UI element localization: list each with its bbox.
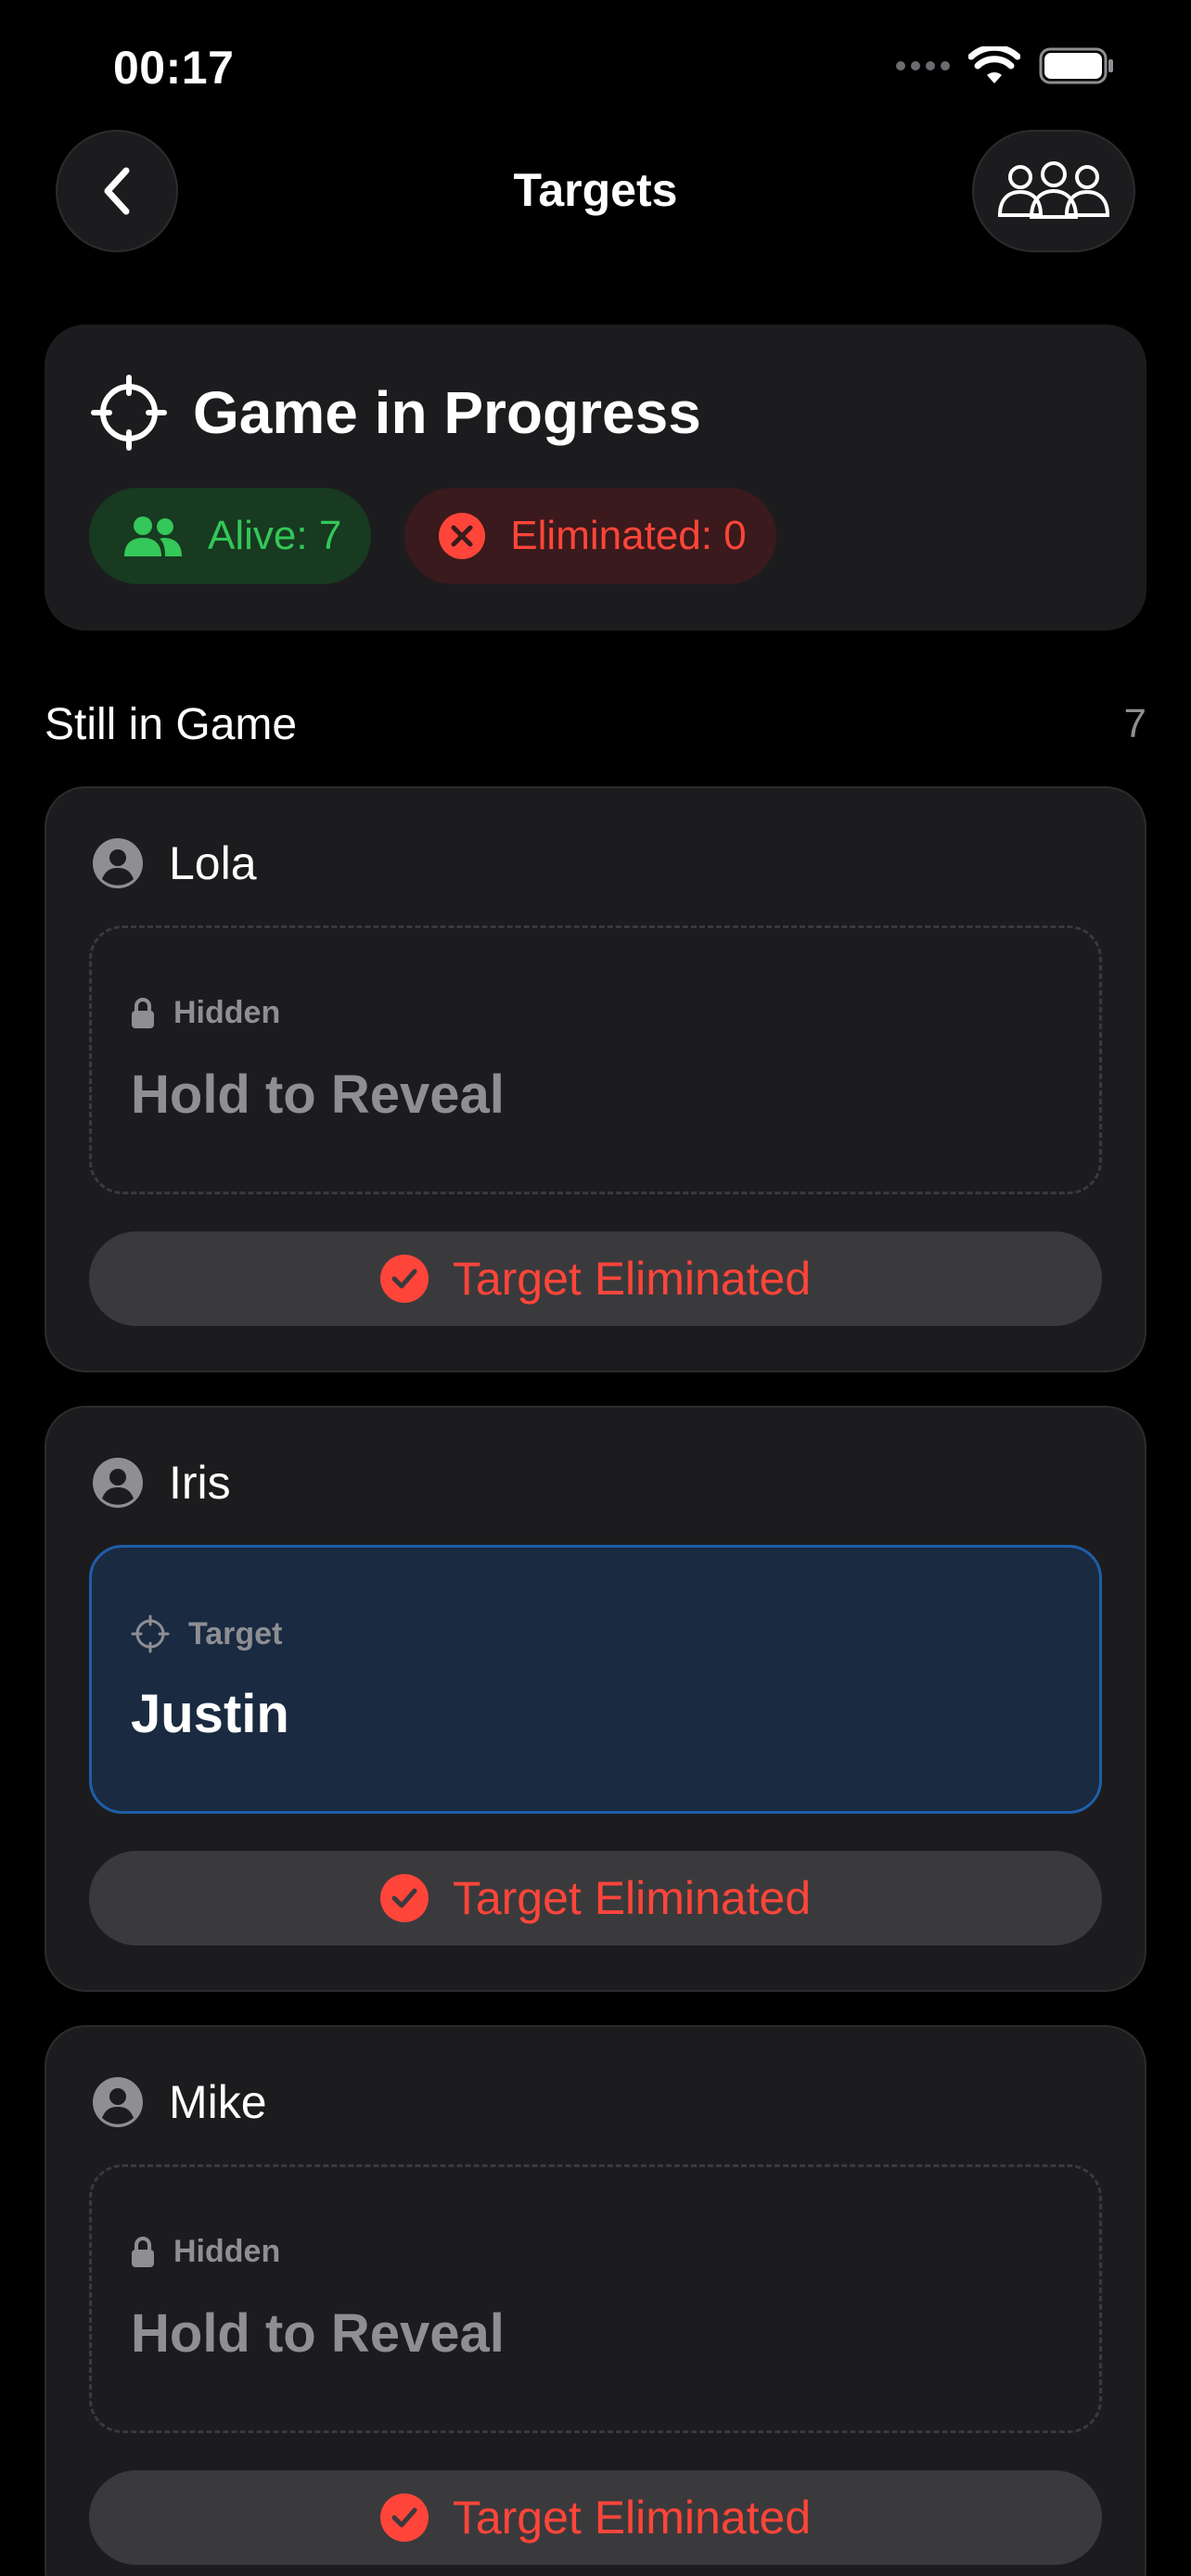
player-card: Iris Target Justin Target Eliminated [45,1406,1146,1992]
alive-count-badge: Alive: 7 [89,488,372,584]
player-header: Lola [93,836,257,890]
target-name: Justin [131,1684,289,1744]
player-name: Lola [169,837,257,889]
button-label: Target Eliminated [452,1872,812,1924]
group-icon [997,161,1110,219]
section-title: Still in Game [45,700,298,749]
box-value: Hold to Reveal [131,1065,505,1125]
box-label: Target [188,1615,283,1651]
eliminated-count-label: Eliminated: 0 [510,513,747,558]
stat-pills: Alive: 7 Eliminated: 0 [89,488,776,584]
people-icon [124,516,182,556]
players-button[interactable] [972,130,1135,252]
button-label: Target Eliminated [452,2492,812,2544]
person-circle-icon [93,2077,143,2127]
hold-to-reveal-box[interactable]: Hidden Hold to Reveal [89,925,1102,1194]
person-circle-icon [93,1458,143,1508]
lock-icon [132,2236,154,2267]
section-count: 7 [1123,701,1146,746]
person-circle-icon [93,838,143,888]
player-card: Mike Hidden Hold to Reveal Target Elimin… [45,2025,1146,2576]
player-name: Iris [169,1457,231,1509]
player-header: Iris [93,1456,231,1510]
eliminated-count-badge: Eliminated: 0 [404,488,776,584]
box-label-row: Hidden [131,995,280,1031]
screen: 00:17 Targets Game in Progress Alive: 7 … [0,0,1191,2576]
target-eliminated-button[interactable]: Target Eliminated [89,1851,1102,1945]
crosshair-icon [131,1614,170,1653]
nav-bar: Targets [0,130,1191,252]
hold-to-reveal-box[interactable]: Hidden Hold to Reveal [89,2164,1102,2433]
battery-icon [1039,47,1113,84]
revealed-target-box[interactable]: Target Justin [89,1545,1102,1814]
player-header: Mike [93,2075,267,2129]
game-status-header: Game in Progress [91,375,701,451]
player-card: Lola Hidden Hold to Reveal Target Elimin… [45,786,1146,1372]
wifi-icon [968,46,1020,83]
checkmark-circle-icon [379,2493,429,2542]
x-circle-icon [439,513,486,559]
box-value: Hold to Reveal [131,2303,505,2364]
box-label-row: Target [131,1614,282,1653]
target-eliminated-button[interactable]: Target Eliminated [89,2470,1102,2565]
cellular-signal-icon [896,61,950,70]
status-bar: 00:17 [0,0,1191,130]
box-label: Hidden [173,995,281,1030]
status-time: 00:17 [113,42,235,94]
crosshair-icon [91,375,167,451]
player-name: Mike [169,2076,267,2128]
status-icons [896,46,1115,85]
checkmark-circle-icon [379,1874,429,1922]
game-status-card: Game in Progress Alive: 7 Eliminated: 0 [45,325,1146,631]
box-label: Hidden [173,2234,281,2269]
target-eliminated-button[interactable]: Target Eliminated [89,1231,1102,1326]
checkmark-circle-icon [379,1255,429,1303]
lock-icon [132,997,154,1028]
box-label-row: Hidden [131,2234,280,2270]
alive-count-label: Alive: 7 [208,513,342,558]
game-status-title: Game in Progress [193,379,701,446]
button-label: Target Eliminated [452,1253,812,1305]
